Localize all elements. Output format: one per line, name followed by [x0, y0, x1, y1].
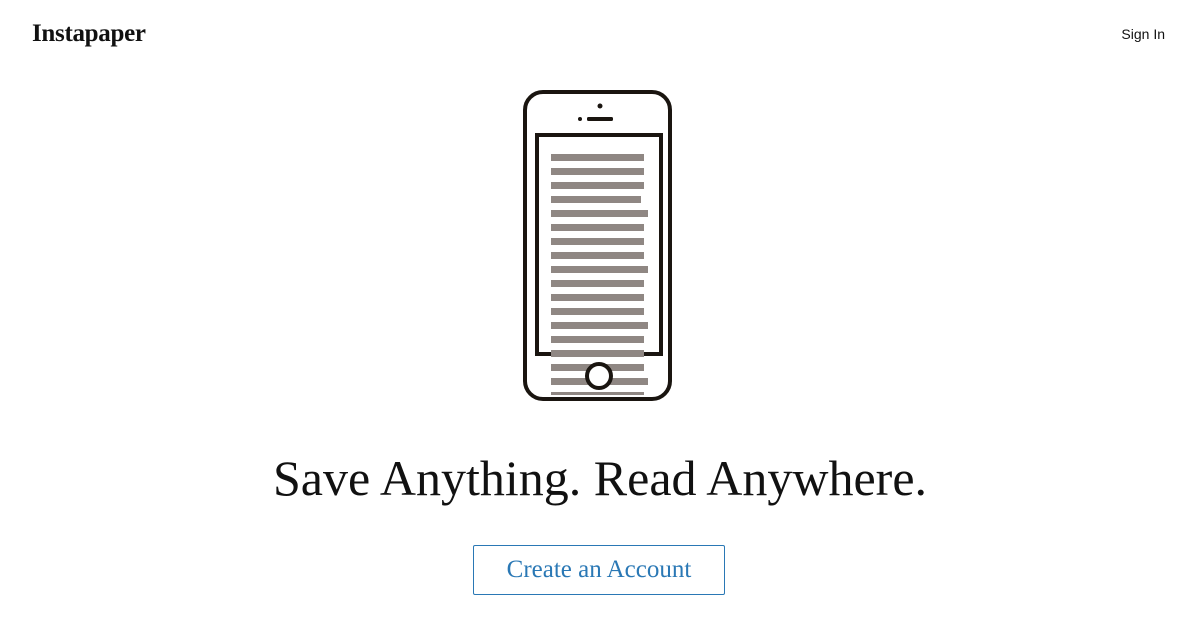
screen-text-line [551, 154, 644, 161]
screen-text-line [551, 350, 644, 357]
phone-speaker [587, 117, 613, 121]
create-account-button[interactable]: Create an Account [473, 545, 725, 595]
screen-text-line [551, 336, 644, 343]
screen-text-line [551, 210, 648, 217]
sign-in-link[interactable]: Sign In [1121, 25, 1165, 43]
headline: Save Anything. Read Anywhere. [272, 450, 928, 506]
screen-text-line [551, 294, 644, 301]
screen-text-line [551, 168, 644, 175]
phone-camera [597, 103, 603, 109]
phone-reading-icon [523, 90, 672, 401]
screen-text-line [551, 238, 644, 245]
screen-text-line [551, 196, 641, 203]
screen-text-line [551, 322, 648, 329]
screen-text-line [551, 392, 644, 395]
screen-text-line [551, 308, 644, 315]
logo[interactable]: Instapaper [32, 18, 146, 50]
screen-text-line [551, 280, 644, 287]
screen-text-line [551, 182, 644, 189]
screen-text-line [551, 266, 648, 273]
screen-text-line [551, 224, 644, 231]
screen-text-line [551, 252, 644, 259]
phone-sensor [578, 117, 582, 121]
phone-home-button [585, 362, 613, 390]
